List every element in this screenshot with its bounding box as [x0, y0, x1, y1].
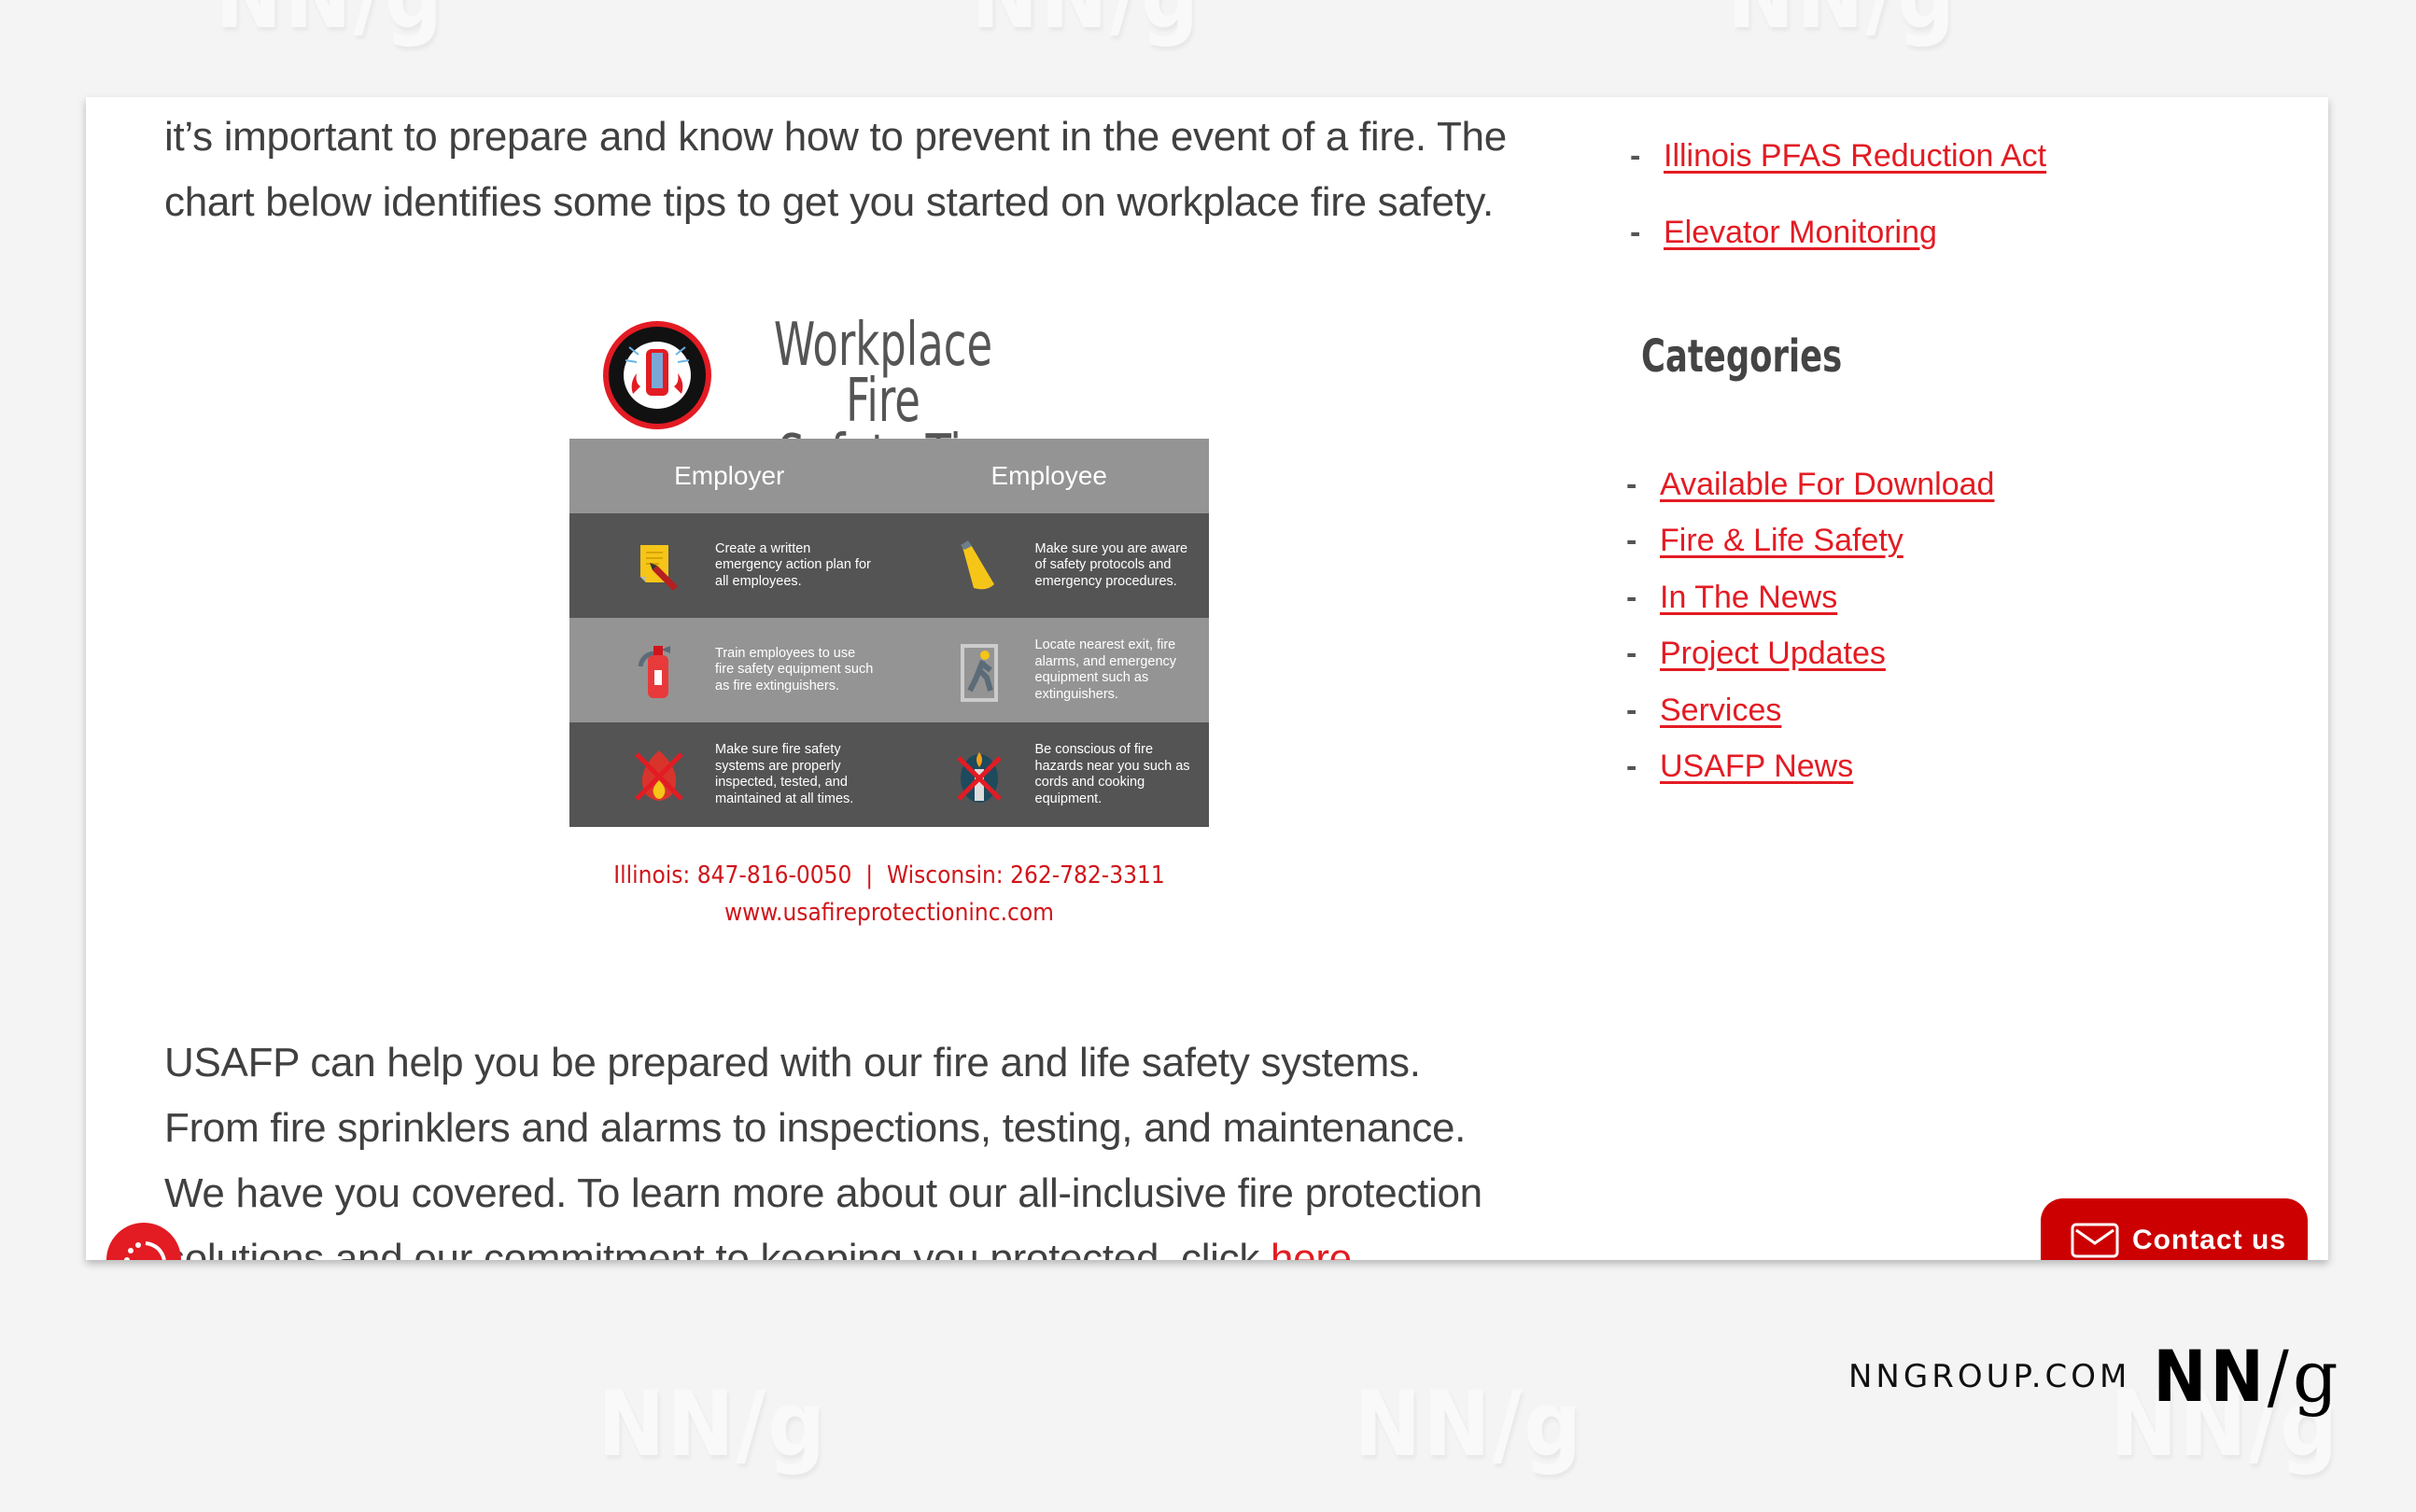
employee-tip: Make sure you are aware of safety protoc…	[890, 528, 1210, 603]
article-text-line: We have you covered. To learn more about…	[164, 1170, 1482, 1216]
employer-tip: Make sure fire safety systems are proper…	[569, 737, 890, 812]
watermark: NN/g	[1354, 1372, 1583, 1477]
watermark: NN/g	[597, 1372, 827, 1477]
contact-us-label: Contact us	[2132, 1225, 2287, 1255]
recent-post-item: - Elevator Monitoring	[1630, 215, 1937, 251]
article-text-line: solutions and our commitment to keeping …	[164, 1226, 1695, 1260]
accessibility-icon	[124, 1241, 166, 1260]
category-link-project-updates[interactable]: Project Updates	[1660, 636, 1886, 672]
no-candle-icon	[956, 752, 1002, 803]
learn-more-link[interactable]: here	[1271, 1236, 1352, 1260]
website-url: www.usafireprotectioninc.com	[724, 899, 1054, 927]
recent-post-item: - Illinois PFAS Reduction Act	[1630, 138, 2047, 175]
category-link-in-the-news[interactable]: In The News	[1660, 580, 1837, 616]
category-link-usafp-news[interactable]: USAFP News	[1660, 749, 1853, 785]
employee-tip: Locate nearest exit, fire alarms, and em…	[890, 633, 1210, 707]
article-text-line: USAFP can help you be prepared with our …	[164, 1040, 1421, 1085]
column-header-employee: Employee	[990, 461, 1107, 490]
document-pencil-icon	[640, 545, 678, 591]
tips-row: Make sure fire safety systems are proper…	[569, 722, 1209, 827]
nngroup-footer: NNGROUP.COM NN/g	[1848, 1335, 2342, 1418]
category-link-services[interactable]: Services	[1660, 693, 1781, 729]
article-outro: USAFP can help you be prepared with our …	[164, 1030, 1695, 1260]
fire-extinguisher-icon	[638, 646, 670, 698]
employer-tip: Create a written emergency action plan f…	[569, 528, 890, 603]
tip-text: Make sure you are aware of safety protoc…	[1034, 540, 1188, 589]
category-link-available-for-download[interactable]: Available For Download	[1660, 467, 1994, 503]
exit-door-icon	[960, 644, 998, 702]
employee-tip: Be conscious of fire hazards near you su…	[890, 737, 1210, 812]
category-item: - Services	[1626, 693, 1782, 729]
category-link-fire-life-safety[interactable]: Fire & Life Safety	[1660, 523, 1903, 559]
flashlight-icon	[960, 540, 994, 590]
watermark: NN/g	[971, 0, 1201, 49]
tip-text: Make sure fire safety systems are proper…	[715, 742, 854, 806]
category-item: - Fire & Life Safety	[1626, 523, 1903, 559]
contact-us-button[interactable]: Contact us	[2041, 1198, 2308, 1260]
tips-table: Employer Employee Create a written emerg…	[569, 439, 1209, 827]
accessibility-button[interactable]	[106, 1223, 181, 1260]
nngroup-logo: NN/g	[2153, 1335, 2342, 1418]
watermark: NN/g	[215, 0, 444, 49]
article-text-line: it’s important to prepare and know how t…	[164, 114, 1507, 160]
category-item: - Project Updates	[1626, 636, 1886, 672]
screenshot-frame: it’s important to prepare and know how t…	[86, 97, 2328, 1260]
tips-row: Train employees to use fire safety equip…	[569, 618, 1209, 722]
article-text-line: chart below identifies some tips to get …	[164, 179, 1494, 225]
article-text-line: From fire sprinklers and alarms to inspe…	[164, 1105, 1467, 1151]
tips-table-header: Employer Employee	[569, 439, 1209, 513]
nngroup-site-label: NNGROUP.COM	[1848, 1357, 2131, 1395]
fire-safety-infographic: Workplace Fire Safety Tips Employer Empl…	[569, 302, 1214, 928]
no-fire-icon	[635, 750, 683, 801]
tips-row: Create a written emergency action plan f…	[569, 513, 1209, 618]
column-header-employer: Employer	[674, 461, 785, 490]
tip-text: Train employees to use fire safety equip…	[715, 645, 874, 693]
watermark: NN/g	[1727, 0, 1957, 49]
envelope-icon	[2071, 1223, 2119, 1258]
usafp-logo-icon	[603, 321, 711, 429]
recent-post-link[interactable]: Illinois PFAS Reduction Act	[1664, 138, 2046, 175]
employer-tip: Train employees to use fire safety equip…	[569, 633, 890, 707]
tip-text: Be conscious of fire hazards near you su…	[1034, 742, 1190, 806]
tip-text: Locate nearest exit, fire alarms, and em…	[1034, 637, 1177, 702]
infographic-contact: Illinois: 847-816-0050 | Wisconsin: 262-…	[569, 857, 1209, 931]
article-intro: it’s important to prepare and know how t…	[164, 105, 1695, 235]
category-item: - USAFP News	[1626, 749, 1854, 785]
recent-post-link[interactable]: Elevator Monitoring	[1664, 215, 1937, 251]
category-item: - Available For Download	[1626, 467, 1995, 503]
categories-heading: Categories	[1641, 330, 1843, 383]
tip-text: Create a written emergency action plan f…	[715, 540, 871, 589]
phone-numbers: Illinois: 847-816-0050 | Wisconsin: 262-…	[613, 861, 1165, 889]
category-item: - In The News	[1626, 580, 1838, 616]
